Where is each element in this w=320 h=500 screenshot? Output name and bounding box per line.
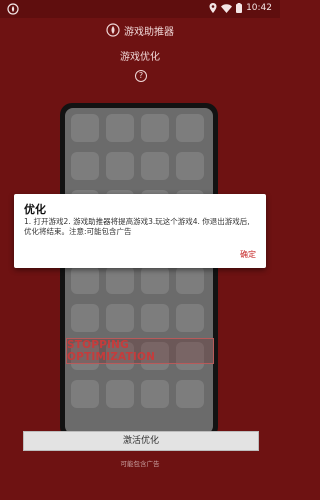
app-logo-icon — [106, 23, 120, 37]
phone-preview — [60, 103, 218, 439]
status-bar: 10:42 — [0, 0, 280, 18]
app-tile — [176, 152, 204, 180]
app-tile — [141, 114, 169, 142]
app-tile — [106, 304, 134, 332]
page-subtitle: 游戏优化 — [120, 52, 160, 63]
app-notification-icon — [7, 3, 19, 15]
ads-notice: 可能包含广告 — [120, 460, 160, 468]
app-tile — [71, 152, 99, 180]
battery-icon — [236, 3, 243, 13]
stopping-optimization-banner: STOPPING OPTIMIZATION — [66, 338, 214, 364]
app-title: 游戏助推器 — [0, 22, 280, 38]
dialog-body: 1. 打开游戏2. 游戏助推器将提高游戏3.玩这个游戏4. 你退出游戏后,优化将… — [24, 217, 250, 236]
app-grid — [71, 114, 207, 428]
app-tile — [176, 304, 204, 332]
status-time: 10:42 — [246, 3, 272, 13]
activate-optimization-button[interactable]: 激活优化 — [23, 431, 259, 451]
app-tile — [71, 304, 99, 332]
app-tile — [176, 266, 204, 294]
app-tile — [106, 152, 134, 180]
app-tile — [176, 114, 204, 142]
app-tile — [106, 380, 134, 408]
dialog-ok-button[interactable]: 确定 — [240, 249, 256, 260]
app-tile — [106, 266, 134, 294]
app-tile — [141, 266, 169, 294]
location-icon — [209, 3, 217, 13]
wifi-icon — [221, 3, 233, 13]
help-icon[interactable]: ? — [135, 70, 147, 82]
app-tile — [141, 304, 169, 332]
app-tile — [71, 380, 99, 408]
app-tile — [71, 114, 99, 142]
phone-screen — [65, 108, 213, 434]
app-tile — [71, 266, 99, 294]
app-tile — [141, 380, 169, 408]
app-title-text: 游戏助推器 — [124, 26, 174, 38]
app-tile — [141, 152, 169, 180]
dialog-title: 优化 — [24, 203, 46, 216]
app-tile — [176, 380, 204, 408]
optimization-dialog: 优化 1. 打开游戏2. 游戏助推器将提高游戏3.玩这个游戏4. 你退出游戏后,… — [14, 194, 266, 268]
app-tile — [106, 114, 134, 142]
